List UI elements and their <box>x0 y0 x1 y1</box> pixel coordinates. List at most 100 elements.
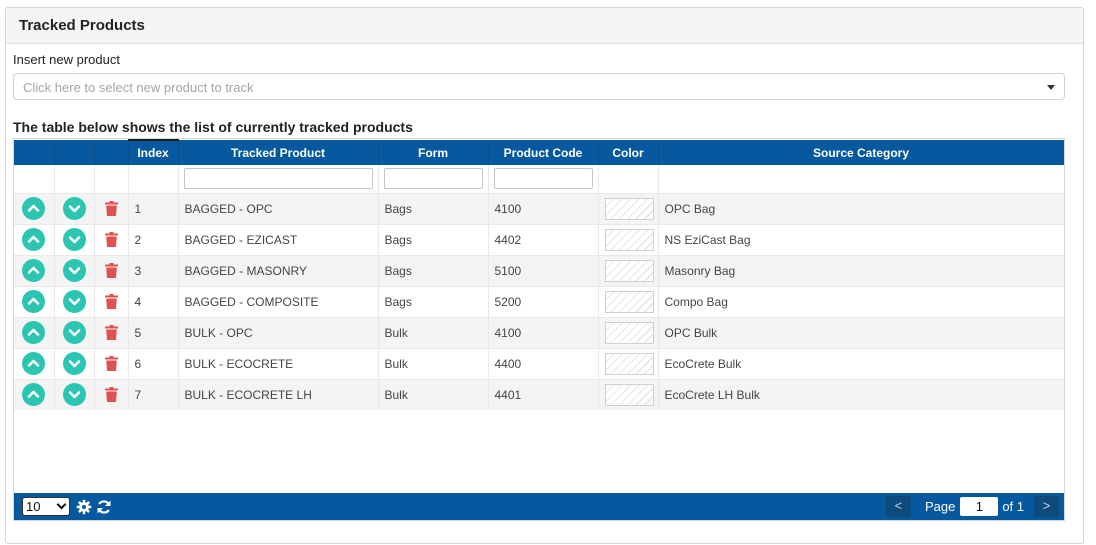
chevron-down-icon <box>63 383 86 406</box>
grid-footer: 10 < Page 1 of 1 > <box>14 493 1064 520</box>
cell-product-code: 5200 <box>488 285 599 317</box>
move-up-button[interactable] <box>22 383 46 407</box>
chevron-down-icon <box>56 499 67 510</box>
cell-source-category: Compo Bag <box>658 285 1064 317</box>
trash-icon[interactable] <box>104 232 118 248</box>
color-swatch[interactable] <box>604 197 654 220</box>
page-label: Page <box>924 499 956 514</box>
color-swatch[interactable] <box>604 259 654 282</box>
move-down-button[interactable] <box>62 321 86 344</box>
cell-tracked-product: BAGGED - COMPOSITE <box>178 285 379 317</box>
chevron-down-icon <box>63 228 86 251</box>
cell-index: 1 <box>128 192 179 224</box>
move-up-button[interactable] <box>22 352 46 375</box>
table-row: 5 BULK - OPC Bulk 4100 OPC Bulk <box>14 316 1064 348</box>
header-source-category[interactable]: Source Category <box>658 140 1064 165</box>
insert-product-label: Insert new product <box>13 52 120 67</box>
chevron-down-icon <box>63 197 86 220</box>
cell-product-code: 5100 <box>488 254 599 286</box>
cell-tracked-product: BULK - ECOCRETE <box>178 347 379 379</box>
chevron-up-icon <box>22 383 45 406</box>
page-size-value: 10 <box>26 499 41 514</box>
cell-form: Bulk <box>378 347 489 379</box>
move-up-button[interactable] <box>22 321 46 344</box>
chevron-up-icon <box>22 290 45 313</box>
gear-icon[interactable] <box>76 499 92 515</box>
table-body: 1 BAGGED - OPC Bags 4100 OPC Bag 2 BAGGED - EZ… <box>14 192 1064 410</box>
move-up-button[interactable] <box>22 197 46 220</box>
chevron-up-icon <box>22 197 45 220</box>
caret-down-icon <box>1047 85 1055 90</box>
cell-form: Bags <box>378 223 489 255</box>
cell-source-category: NS EziCast Bag <box>658 223 1064 255</box>
trash-icon[interactable] <box>104 356 118 372</box>
move-down-button[interactable] <box>62 290 86 313</box>
color-swatch[interactable] <box>604 290 654 313</box>
cell-product-code: 4100 <box>488 192 599 224</box>
cell-index: 5 <box>128 316 179 348</box>
trash-icon[interactable] <box>104 387 118 403</box>
header-tracked-product[interactable]: Tracked Product <box>178 140 379 165</box>
prev-page-button[interactable]: < <box>885 496 911 517</box>
table-caption: The table below shows the list of curren… <box>13 119 413 135</box>
cell-tracked-product: BULK - OPC <box>178 316 379 348</box>
header-move-up <box>14 140 55 165</box>
cell-index: 4 <box>128 285 179 317</box>
header-move-down <box>54 140 95 165</box>
chevron-down-icon <box>63 321 86 344</box>
insert-product-placeholder: Click here to select new product to trac… <box>23 80 254 95</box>
chevron-down-icon <box>63 352 86 375</box>
trash-icon[interactable] <box>104 294 118 310</box>
cell-index: 6 <box>128 347 179 379</box>
table-row: 7 BULK - ECOCRETE LH Bulk 4401 EcoCrete LH B… <box>14 378 1064 410</box>
chevron-up-icon <box>22 321 45 344</box>
move-up-button[interactable] <box>22 290 46 313</box>
color-swatch[interactable] <box>604 383 654 406</box>
products-table: Index Tracked Product Form Product Code … <box>14 139 1064 410</box>
refresh-icon[interactable] <box>96 499 112 515</box>
chevron-up-icon <box>22 228 45 251</box>
header-form[interactable]: Form <box>378 140 489 165</box>
header-index[interactable]: Index <box>128 139 179 165</box>
products-grid: Index Tracked Product Form Product Code … <box>13 138 1065 521</box>
trash-icon[interactable] <box>104 325 118 341</box>
color-swatch[interactable] <box>604 352 654 375</box>
cell-tracked-product: BULK - ECOCRETE LH <box>178 378 379 410</box>
header-delete <box>94 140 129 165</box>
page-number-input[interactable]: 1 <box>960 497 999 516</box>
cell-product-code: 4400 <box>488 347 599 379</box>
pager: < Page 1 of 1 > <box>885 496 1059 517</box>
move-down-button[interactable] <box>62 197 86 220</box>
trash-icon[interactable] <box>104 201 118 217</box>
cell-form: Bulk <box>378 378 489 410</box>
move-down-button[interactable] <box>62 383 86 407</box>
insert-product-select[interactable]: Click here to select new product to trac… <box>13 73 1065 100</box>
cell-product-code: 4100 <box>488 316 599 348</box>
filter-tracked-product-input[interactable] <box>183 168 373 190</box>
trash-icon[interactable] <box>104 263 118 279</box>
cell-index: 3 <box>128 254 179 286</box>
cell-tracked-product: BAGGED - MASONRY <box>178 254 379 286</box>
header-color[interactable]: Color <box>598 140 659 165</box>
next-page-button[interactable]: > <box>1034 496 1059 517</box>
color-swatch[interactable] <box>604 321 654 344</box>
cell-source-category: EcoCrete LH Bulk <box>658 378 1064 410</box>
move-down-button[interactable] <box>62 352 86 375</box>
page-size-select[interactable]: 10 <box>22 497 70 516</box>
cell-form: Bags <box>378 254 489 286</box>
filter-product-code-input[interactable] <box>493 168 593 190</box>
chevron-down-icon <box>63 290 86 313</box>
cell-source-category: EcoCrete Bulk <box>658 347 1064 379</box>
move-up-button[interactable] <box>22 259 46 282</box>
move-up-button[interactable] <box>22 228 46 251</box>
cell-index: 2 <box>128 223 179 255</box>
cell-product-code: 4401 <box>488 378 599 410</box>
filter-form-input[interactable] <box>383 168 483 190</box>
color-swatch[interactable] <box>604 228 654 251</box>
chevron-up-icon <box>22 352 45 375</box>
table-row: 2 BAGGED - EZICAST Bags 4402 NS EziCast Bag <box>14 223 1064 255</box>
header-product-code[interactable]: Product Code <box>488 140 599 165</box>
move-down-button[interactable] <box>62 259 86 282</box>
cell-source-category: Masonry Bag <box>658 254 1064 286</box>
move-down-button[interactable] <box>62 228 86 251</box>
